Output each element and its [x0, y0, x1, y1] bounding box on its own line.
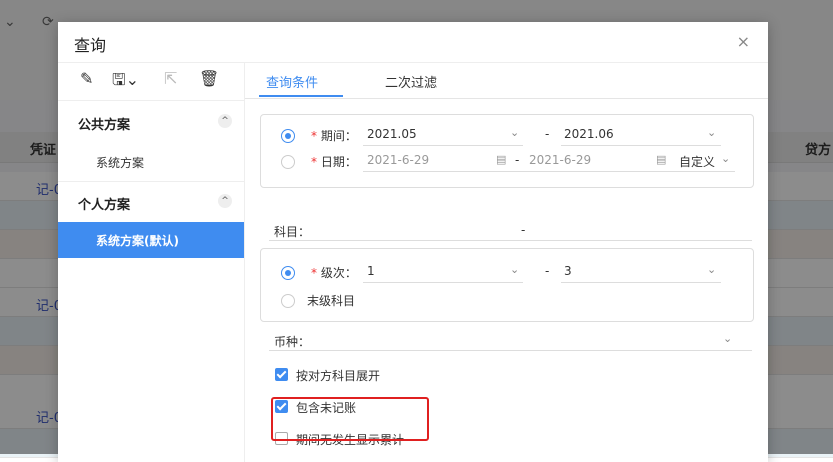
- dialog-title: 查询: [74, 36, 107, 55]
- underline: [561, 145, 721, 146]
- calendar-icon[interactable]: ▤: [496, 153, 506, 166]
- chevron-down-icon[interactable]: ⌄: [707, 263, 716, 276]
- range-dash: -: [545, 264, 550, 278]
- scheme-group-personal[interactable]: 个人方案 ^: [58, 184, 244, 220]
- level-label: * 级次：: [311, 266, 357, 280]
- period-to-select[interactable]: 2021.06: [564, 127, 614, 141]
- date-to-input[interactable]: 2021-6-29: [529, 153, 591, 167]
- scheme-group-public[interactable]: 公共方案 ^: [58, 104, 244, 140]
- range-dash: -: [545, 127, 550, 141]
- level-radio[interactable]: [281, 266, 295, 280]
- save-icon[interactable]: 🖫⌄: [112, 69, 139, 96]
- period-date-box: * 期间： 2021.05 ⌄ - 2021.06 ⌄ * 日期： 2021-6…: [260, 114, 754, 188]
- period-radio[interactable]: [281, 129, 295, 143]
- underline: [363, 145, 523, 146]
- leaf-subject-radio[interactable]: [281, 294, 295, 308]
- chevron-up-icon[interactable]: ^: [218, 194, 232, 208]
- underline: [363, 282, 523, 283]
- edit-icon[interactable]: ✎: [80, 69, 93, 88]
- active-tab-indicator: [259, 95, 343, 97]
- level-from-select[interactable]: 1: [367, 264, 375, 278]
- leaf-subject-label: 末级科目: [307, 294, 356, 308]
- tab-bar: 查询条件 二次过滤: [245, 62, 768, 99]
- query-dialog: 查询 × ✎ 🖫⌄ ⇱ 🗑 公共方案 ^ 系统方案 个人方案 ^ 系统方案(默认…: [58, 22, 768, 462]
- underline: [363, 171, 735, 172]
- date-from-input[interactable]: 2021-6-29: [367, 153, 429, 167]
- scheme-item-system-default[interactable]: 系统方案(默认): [58, 222, 244, 258]
- scheme-toolbar: ✎ 🖫⌄ ⇱ 🗑: [58, 62, 244, 98]
- date-radio[interactable]: [281, 155, 295, 169]
- date-mode-select[interactable]: 自定义: [679, 153, 715, 170]
- period-from-select[interactable]: 2021.05: [367, 127, 417, 141]
- subject-label: 科目：: [274, 225, 311, 239]
- highlight-annotation: [271, 397, 429, 441]
- scheme-group-label: 公共方案: [78, 118, 131, 133]
- subject-range-dash: -: [521, 223, 526, 237]
- divider: [58, 100, 244, 101]
- level-to-select[interactable]: 3: [564, 264, 572, 278]
- option-label: 按对方科目展开: [296, 369, 381, 383]
- export-icon[interactable]: ⇱: [164, 69, 177, 88]
- chevron-down-icon[interactable]: ⌄: [510, 126, 519, 139]
- subject-input-underline[interactable]: [269, 240, 752, 241]
- scheme-item-system[interactable]: 系统方案: [58, 144, 244, 180]
- chevron-down-icon[interactable]: ⌄: [707, 126, 716, 139]
- scheme-item-label: 系统方案: [96, 156, 145, 170]
- expand-by-opposite-checkbox[interactable]: [275, 368, 288, 381]
- currency-label: 币种：: [274, 335, 311, 349]
- scheme-panel: ✎ 🖫⌄ ⇱ 🗑 公共方案 ^ 系统方案 个人方案 ^ 系统方案(默认): [58, 62, 245, 462]
- close-icon[interactable]: ×: [737, 32, 750, 51]
- tab-secondary-filter[interactable]: 二次过滤: [385, 72, 437, 91]
- calendar-icon[interactable]: ▤: [656, 153, 666, 166]
- delete-icon[interactable]: 🗑: [199, 69, 219, 88]
- dialog-header: 查询 ×: [58, 22, 768, 63]
- range-dash: -: [515, 153, 520, 167]
- currency-select-underline[interactable]: [269, 350, 752, 351]
- chevron-down-icon[interactable]: ⌄: [723, 332, 732, 345]
- scheme-group-label: 个人方案: [78, 198, 131, 213]
- chevron-up-icon[interactable]: ^: [218, 114, 232, 128]
- chevron-down-icon[interactable]: ⌄: [721, 152, 730, 165]
- date-label: * 日期：: [311, 155, 357, 169]
- chevron-down-icon[interactable]: ⌄: [510, 263, 519, 276]
- period-label: * 期间：: [311, 129, 357, 143]
- level-box: * 级次： 1 ⌄ - 3 ⌄ 末级科目: [260, 248, 754, 322]
- scheme-item-label: 系统方案(默认): [96, 234, 179, 248]
- tab-query-conditions[interactable]: 查询条件: [266, 72, 318, 91]
- divider: [58, 181, 244, 182]
- underline: [561, 282, 721, 283]
